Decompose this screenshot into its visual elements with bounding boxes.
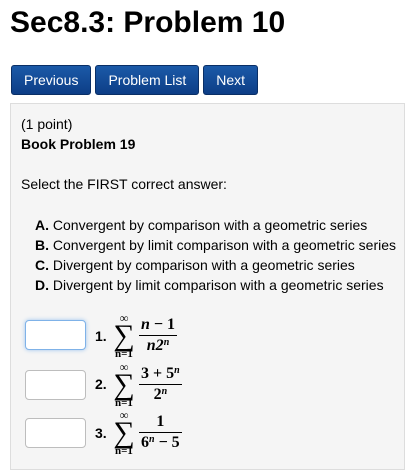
numerator: n − 1 <box>141 316 176 333</box>
sigma-icon: ∑ <box>113 368 135 401</box>
sigma-icon: ∑ <box>113 319 135 352</box>
option-letter: D. <box>35 277 49 293</box>
problem-list-button[interactable]: Problem List <box>95 65 200 95</box>
option-text: Divergent by comparison with a geometric… <box>52 257 355 273</box>
option-letter: A. <box>35 217 49 233</box>
answer-input-3[interactable] <box>25 418 86 448</box>
option-text: Convergent by limit comparison with a ge… <box>52 237 397 253</box>
summation: ∞ ∑ n=1 <box>111 361 137 409</box>
numerator: 3 + 5n <box>141 365 180 382</box>
summation: ∞ ∑ n=1 <box>111 409 137 457</box>
page-title: Sec8.3: Problem 10 <box>10 6 286 39</box>
fraction: 1 6n − 5 <box>139 412 182 453</box>
problem-source: Book Problem 19 <box>21 136 136 152</box>
sigma-icon: ∑ <box>113 416 135 449</box>
denominator: n2n <box>139 335 178 356</box>
next-button[interactable]: Next <box>203 65 259 95</box>
question-number: 1. <box>95 328 107 344</box>
option-text: Convergent by comparison with a geometri… <box>52 217 368 233</box>
option-text: Divergent by limit comparison with a geo… <box>52 277 384 293</box>
answer-input-1[interactable] <box>25 320 86 350</box>
option-letter: C. <box>35 257 49 273</box>
denominator: 6n − 5 <box>139 432 182 451</box>
option-b: B. Convergent by limit comparison with a… <box>35 235 396 255</box>
instruction-text: Select the FIRST correct answer: <box>21 176 227 192</box>
question-number: 3. <box>95 425 107 441</box>
numerator: 1 <box>156 413 165 430</box>
fraction: 3 + 5n 2n <box>139 364 182 405</box>
answer-input-2[interactable] <box>25 370 86 400</box>
option-c: C. Divergent by comparison with a geomet… <box>35 255 396 275</box>
problem-points: (1 point) <box>21 116 73 132</box>
problem-navigation: Previous Problem List Next <box>11 65 262 95</box>
previous-button[interactable]: Previous <box>11 65 92 95</box>
option-a: A. Convergent by comparison with a geome… <box>35 215 396 235</box>
answer-options: A. Convergent by comparison with a geome… <box>35 215 396 295</box>
fraction: n − 1 n2n <box>139 315 178 356</box>
problem-panel: (1 point) Book Problem 19 Select the FIR… <box>10 103 405 470</box>
option-d: D. Divergent by limit comparison with a … <box>35 275 396 295</box>
summation: ∞ ∑ n=1 <box>111 312 137 360</box>
denominator: 2n <box>139 384 182 405</box>
option-letter: B. <box>35 237 49 253</box>
question-number: 2. <box>95 376 107 392</box>
